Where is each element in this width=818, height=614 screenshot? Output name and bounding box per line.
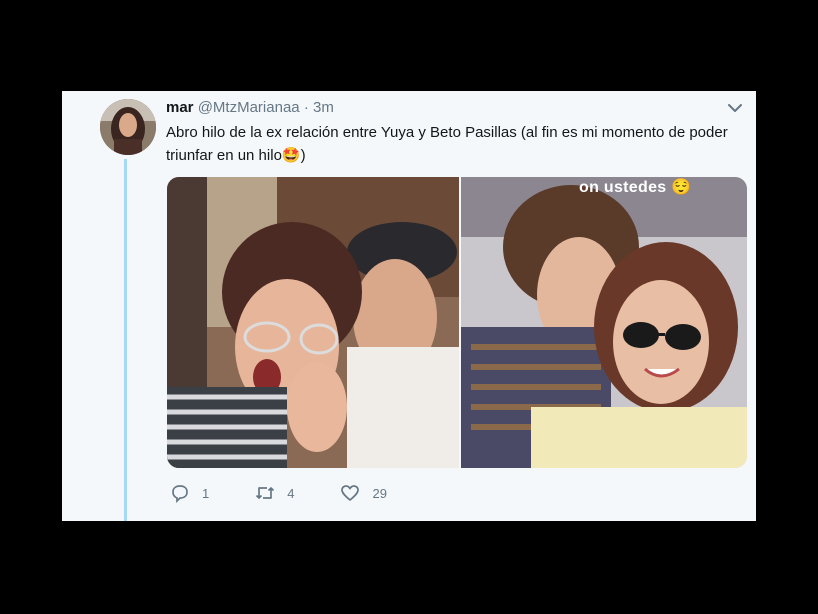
heart-icon [341,485,360,501]
relieved-emoji: 😌 [671,179,692,196]
tweet-body-end: ) [300,147,306,164]
chevron-down-icon[interactable] [726,99,744,117]
photo-couple-ring [167,177,459,468]
photo-caption-text: on ustedes [579,179,667,196]
reply-icon [172,485,188,503]
avatar-image [100,99,156,155]
display-name[interactable]: mar [166,99,194,116]
photo-couple-sunglasses [461,177,747,468]
retweet-icon [256,487,275,499]
tweet-header: mar @MtzMarianaa · 3m [166,99,334,116]
reply-count: 1 [202,485,210,501]
retweet-button[interactable]: 4 [255,483,294,503]
user-handle[interactable]: @MtzMarianaa [198,99,300,116]
thread-line [124,159,127,521]
reply-button[interactable]: 1 [170,483,209,503]
separator: · [303,99,309,116]
tweet-actions: 1 4 29 [170,483,433,503]
timestamp[interactable]: 3m [313,99,334,116]
retweet-count: 4 [287,485,295,501]
like-button[interactable]: 29 [340,483,387,503]
photo-right[interactable]: on ustedes 😌 [461,177,747,468]
avatar[interactable] [100,99,156,155]
star-struck-emoji: 🤩 [281,147,301,164]
tweet-card[interactable]: mar @MtzMarianaa · 3m Abro hilo de la ex… [62,91,756,521]
like-count: 29 [372,485,387,501]
tweet-body: Abro hilo de la ex relación entre Yuya y… [166,124,728,164]
photo-caption: on ustedes 😌 [579,177,691,197]
tweet-text: Abro hilo de la ex relación entre Yuya y… [166,121,736,167]
tweet-media[interactable]: on ustedes 😌 [167,177,747,468]
photo-left[interactable] [167,177,459,468]
